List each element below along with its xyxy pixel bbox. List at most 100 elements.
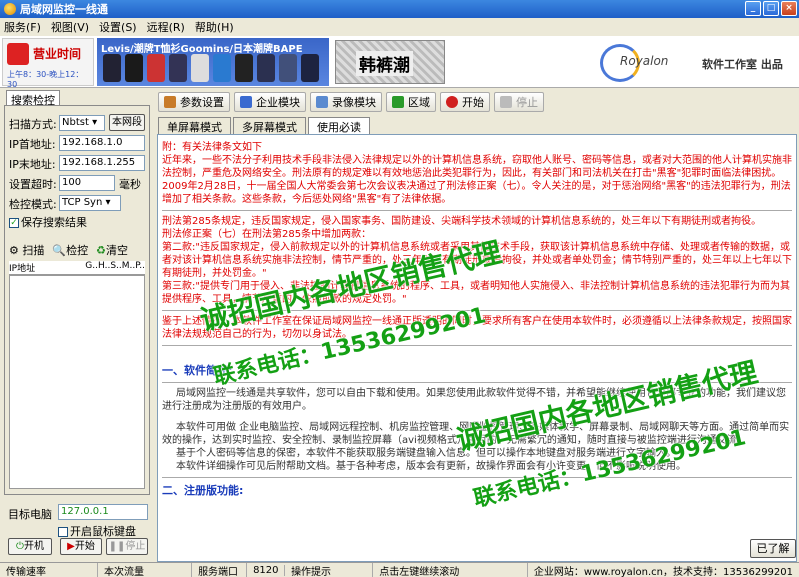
clothing-icon [279, 54, 297, 82]
maximize-button[interactable]: □ [763, 1, 779, 16]
target-input[interactable]: 127.0.0.1 [58, 504, 148, 520]
pause-icon [500, 96, 512, 108]
clothing-icon [103, 54, 121, 82]
status-port: 8120 [247, 564, 286, 576]
menu-remote[interactable]: 远程(R) [147, 19, 185, 35]
shop-ad[interactable]: 韩裤潮 [335, 40, 445, 84]
clothing-icon [191, 54, 209, 82]
menu-help[interactable]: 帮助(H) [195, 19, 234, 35]
acknowledge-button[interactable]: 已了解 [750, 539, 796, 558]
shop-ad-text: 韩裤潮 [356, 51, 413, 76]
tab-single-screen[interactable]: 单屏幕模式 [158, 117, 231, 134]
clothing-icon [235, 54, 253, 82]
divider [162, 477, 792, 478]
status-bar: 传输速率 本次流量 服务端口 8120 操作提示 点击左键继续滚动 企业网站：w… [0, 562, 799, 577]
check-button[interactable]: 🔍检控 [52, 242, 88, 258]
law-title: 附：有关法律条文如下 [162, 142, 262, 153]
search-panel: 搜索检控 扫描方式: Nbtst ▾ 本网段 IP首地址: 192.168.1.… [2, 90, 152, 560]
camera-icon [316, 96, 328, 108]
close-button[interactable]: × [781, 1, 797, 16]
power-icon: ⏻ [16, 541, 24, 552]
ip-end-input[interactable]: 192.168.1.255 [59, 155, 145, 171]
ip-end-label: IP末地址: [9, 158, 56, 171]
timeout-input[interactable]: 100 [59, 175, 115, 191]
scan-toolbar: ⚙ 扫描 🔍检控 ♻清空 [9, 242, 128, 258]
status-site: 企业网站：www.royalon.cn，技术支持：13536299201 [533, 566, 794, 577]
target-label: 目标电脑 [8, 508, 52, 521]
flag-icon [7, 43, 29, 65]
menu-view[interactable]: 视图(V) [51, 19, 89, 35]
clothing-icon [257, 54, 275, 82]
tab-must-read[interactable]: 使用必读 [308, 117, 370, 134]
law-paragraph: 近年来，一些不法分子利用技术手段非法侵入法律规定以外的计算机信息系统，窃取他人账… [162, 155, 792, 179]
law-paragraph: 2009年2月28日，十一届全国人大常委会第七次会议表决通过了刑法修正案（七）。… [162, 181, 791, 205]
clear-button[interactable]: ♻清空 [96, 242, 128, 258]
checkbox-icon [58, 527, 68, 537]
zone-button[interactable]: 区域 [386, 92, 436, 112]
brand-name: 软件工作室 出品 [702, 58, 783, 71]
status-hint: 点击左键继续滚动 [373, 562, 528, 577]
divider [162, 210, 792, 211]
clear-icon: ♻ [96, 244, 106, 257]
col-ip: IP地址 [9, 264, 36, 274]
results-list[interactable] [9, 275, 145, 489]
view-tabs: 单屏幕模式 多屏幕模式 使用必读 [158, 117, 372, 134]
pause-icon: ❚❚ [108, 541, 126, 552]
start-button[interactable]: 开始 [440, 92, 490, 112]
status-port-label: 服务端口 [192, 562, 248, 577]
settings-icon [164, 96, 176, 108]
logo-text: Royalon [620, 54, 669, 68]
clothing-icon [301, 54, 319, 82]
timeout-unit: 毫秒 [119, 178, 141, 191]
record-icon [446, 96, 458, 108]
clothing-icon [147, 54, 165, 82]
menu-settings[interactable]: 设置(S) [99, 19, 137, 35]
scan-button[interactable]: ⚙ 扫描 [9, 242, 44, 258]
start-button-left[interactable]: ▶开始 [60, 538, 102, 555]
status-flow: 本次流量 [98, 562, 193, 577]
local-net-button[interactable]: 本网段 [109, 114, 145, 131]
law-paragraph: 刑法第285条规定，违反国家规定，侵入国家事务、国防建设、尖端科学技术领域的计算… [162, 216, 762, 227]
check-mode-select[interactable]: TCP Syn ▾ [59, 195, 121, 211]
enterprise-icon [240, 96, 252, 108]
ip-start-input[interactable]: 192.168.1.0 [59, 135, 145, 151]
minimize-button[interactable]: _ [745, 1, 761, 16]
ip-start-label: IP首地址: [9, 138, 56, 151]
checkmark-icon: ✓ [9, 218, 19, 228]
royalon-logo: Royalon [600, 44, 700, 82]
menu-service[interactable]: 服务(F) [4, 19, 41, 35]
business-hours-title: 营业时间 [33, 47, 82, 61]
ad-text: Levis/潮牌T恤衫Goomins/日本潮牌BAPE [101, 44, 303, 55]
business-hours-sub: 上午8：30-晚上12：30 [7, 70, 84, 89]
search-icon: 🔍 [52, 244, 67, 257]
business-hours-box: 营业时间 上午8：30-晚上12：30 [2, 38, 94, 89]
stop-button[interactable]: 停止 [494, 92, 544, 112]
clothing-icon [169, 54, 187, 82]
params-settings-button[interactable]: 参数设置 [158, 92, 230, 112]
clothing-icon [125, 54, 143, 82]
power-on-button[interactable]: ⏻开机 [8, 538, 52, 555]
open-mouse-checkbox[interactable]: 开启鼠标键盘 [58, 523, 136, 539]
menu-bar: 服务(F) 视图(V) 设置(S) 远程(R) 帮助(H) [0, 18, 799, 36]
clothing-icon [213, 54, 231, 82]
status-hint-label: 操作提示 [285, 562, 374, 577]
zone-icon [392, 96, 404, 108]
enterprise-module-button[interactable]: 企业模块 [234, 92, 306, 112]
stop-button-left[interactable]: ❚❚停止 [106, 538, 148, 555]
intro-paragraph: 本软件详细操作可见后附帮助文档。基于各种考虑，版本会有更新，故操作界面会有小许变… [176, 461, 686, 472]
timeout-label: 设置超时: [9, 178, 57, 191]
tab-search-check[interactable]: 搜索检控 [6, 90, 60, 107]
tab-multi-screen[interactable]: 多屏幕模式 [233, 117, 306, 134]
banner: 营业时间 上午8：30-晚上12：30 Levis/潮牌T恤衫Goomins/日… [0, 36, 799, 89]
check-mode-label: 检控模式: [9, 198, 57, 211]
scan-mode-select[interactable]: Nbtst ▾ [59, 115, 105, 131]
search-panel-body: 扫描方式: Nbtst ▾ 本网段 IP首地址: 192.168.1.0 IP末… [4, 105, 150, 495]
clothing-ad[interactable]: Levis/潮牌T恤衫Goomins/日本潮牌BAPE [97, 38, 329, 86]
save-results-checkbox[interactable]: ✓ 保存搜索结果 [9, 214, 87, 230]
scan-mode-label: 扫描方式: [9, 118, 57, 131]
play-icon: ▶ [67, 541, 75, 552]
record-module-button[interactable]: 录像模块 [310, 92, 382, 112]
scan-icon: ⚙ [9, 244, 19, 257]
divider [162, 345, 792, 346]
app-icon [4, 3, 16, 15]
